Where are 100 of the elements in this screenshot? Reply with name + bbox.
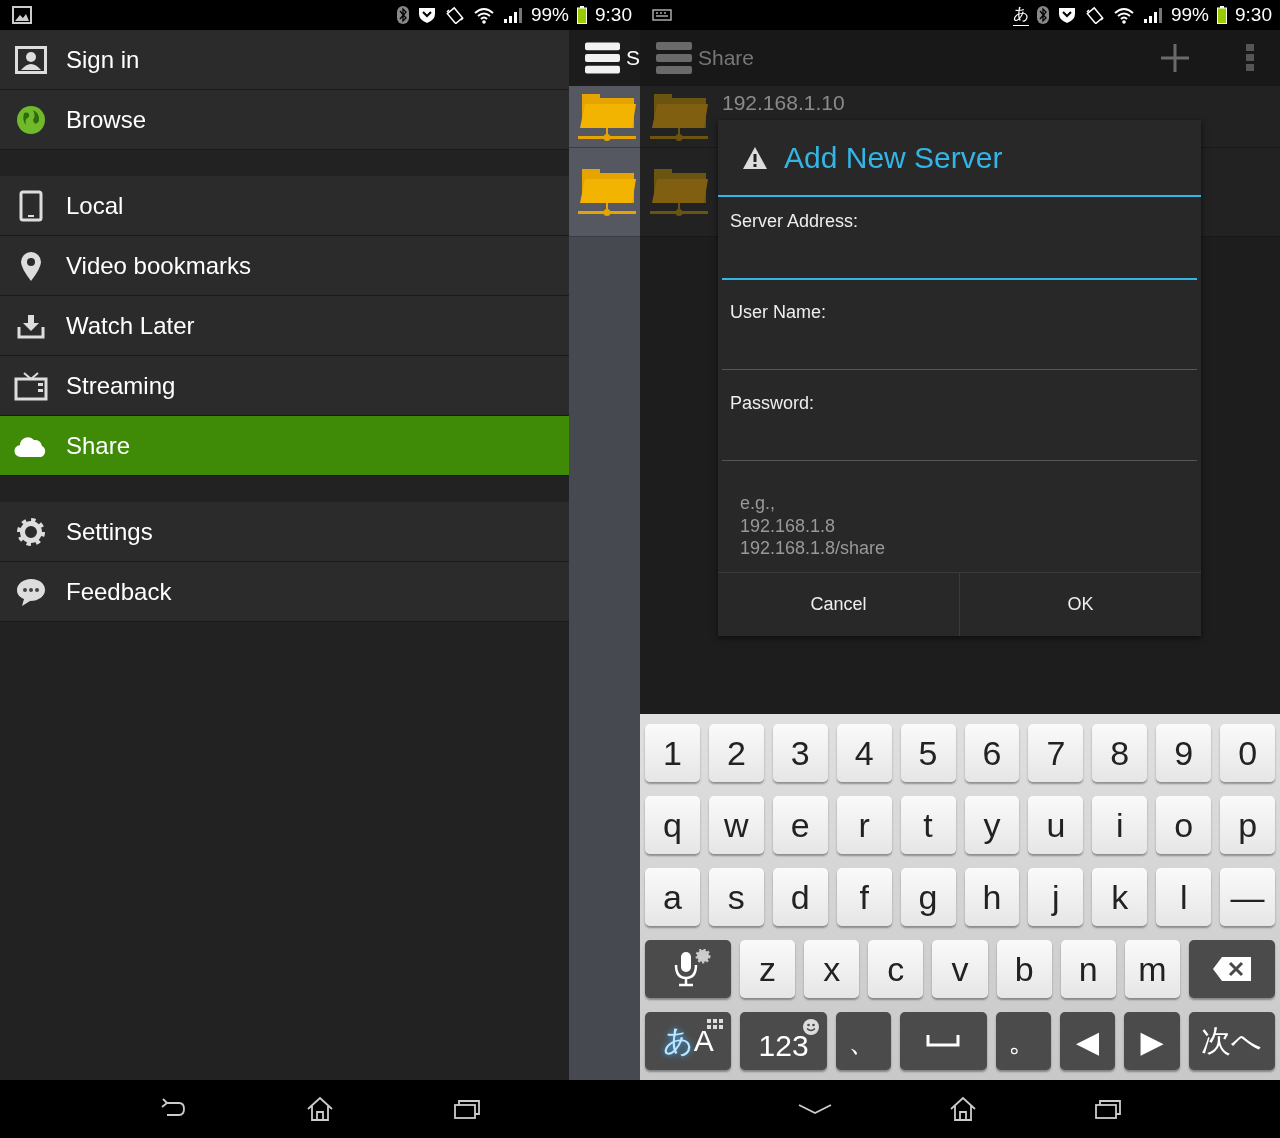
- drawer-item[interactable]: Share: [0, 416, 569, 476]
- hint-text: e.g., 192.168.1.8 192.168.1.8/share: [739, 492, 887, 560]
- keyboard-key[interactable]: 次へ: [1188, 1012, 1275, 1070]
- bluetooth-icon: [397, 6, 409, 24]
- keyboard-key[interactable]: 2: [708, 724, 764, 782]
- location-pin-icon: [19, 249, 43, 282]
- network-folder-icon: [648, 91, 710, 142]
- shield-icon: [417, 6, 437, 24]
- keyboard-key[interactable]: s: [708, 868, 764, 926]
- backspace-icon: [1212, 956, 1252, 982]
- space-icon: [926, 1035, 961, 1047]
- keyboard-key[interactable]: d: [772, 868, 828, 926]
- wifi-icon: [1113, 6, 1135, 24]
- keyboard-key[interactable]: g: [900, 868, 956, 926]
- keyboard-key[interactable]: a: [645, 868, 700, 926]
- keyboard-key[interactable]: 123: [740, 1012, 827, 1070]
- battery-percent: 99%: [1171, 4, 1209, 26]
- keyboard-key[interactable]: ◀: [1059, 1012, 1116, 1070]
- keyboard-key[interactable]: b: [996, 940, 1052, 998]
- dialog-button[interactable]: Cancel: [718, 572, 959, 636]
- app-title: S: [626, 46, 640, 70]
- hide-keyboard-icon[interactable]: [798, 1103, 833, 1115]
- keyboard-key[interactable]: [900, 1012, 987, 1070]
- keyboard-key[interactable]: z: [740, 940, 796, 998]
- keyboard-key[interactable]: f: [836, 868, 892, 926]
- recent-apps-icon[interactable]: [1093, 1098, 1122, 1120]
- shield-icon: [1057, 6, 1077, 24]
- keyboard-key[interactable]: 0: [1220, 724, 1276, 782]
- keyboard-key[interactable]: x: [804, 940, 860, 998]
- smiley-icon: [802, 1019, 819, 1035]
- recent-apps-icon[interactable]: [452, 1098, 481, 1120]
- keyboard-key[interactable]: [1189, 940, 1275, 998]
- drawer-item[interactable]: Watch Later: [0, 296, 569, 356]
- clock-time: 9:30: [1235, 4, 1272, 26]
- keyboard-key[interactable]: 8: [1092, 724, 1148, 782]
- keyboard-key[interactable]: q: [645, 796, 700, 854]
- keyboard-key[interactable]: u: [1028, 796, 1084, 854]
- globe-icon: [16, 104, 46, 135]
- keyboard-key[interactable]: v: [932, 940, 988, 998]
- vibrate-icon: [1085, 6, 1105, 24]
- keyboard-icon: [652, 9, 672, 21]
- battery-icon: [1217, 6, 1227, 24]
- drawer-item[interactable]: Streaming: [0, 356, 569, 416]
- chat-bubble-icon: [15, 576, 47, 607]
- keyboard-key[interactable]: h: [964, 868, 1020, 926]
- keyboard-key[interactable]: e: [772, 796, 828, 854]
- keyboard-key[interactable]: n: [1060, 940, 1116, 998]
- keyboard-key[interactable]: m: [1124, 940, 1180, 998]
- tablet-icon: [19, 189, 43, 222]
- app-title: Share: [698, 46, 755, 70]
- keyboard-key[interactable]: あA: [645, 1012, 732, 1070]
- keyboard-key[interactable]: j: [1028, 868, 1084, 926]
- input-method-indicator: あ: [1013, 4, 1029, 26]
- battery-percent: 99%: [531, 4, 569, 26]
- keyboard-key[interactable]: y: [964, 796, 1020, 854]
- settings-icon: [16, 516, 46, 547]
- keyboard-key[interactable]: i: [1092, 796, 1148, 854]
- network-folder-icon: [648, 167, 710, 217]
- keyboard-key[interactable]: [645, 940, 731, 998]
- keyboard-key[interactable]: l: [1156, 868, 1212, 926]
- keyboard-key[interactable]: —: [1220, 868, 1276, 926]
- keyboard-key[interactable]: p: [1220, 796, 1276, 854]
- keyboard-key[interactable]: 5: [900, 724, 956, 782]
- field-label: Server Address:: [729, 211, 860, 232]
- network-folder-icon: [576, 167, 638, 217]
- person-icon: [15, 45, 47, 74]
- drawer-item[interactable]: Feedback: [0, 562, 569, 622]
- drawer-item[interactable]: Video bookmarks: [0, 236, 569, 296]
- keyboard-key[interactable]: 9: [1156, 724, 1212, 782]
- keyboard-key[interactable]: 1: [645, 724, 700, 782]
- keyboard-key[interactable]: k: [1092, 868, 1148, 926]
- keyboard-key[interactable]: 6: [964, 724, 1020, 782]
- keyboard-key[interactable]: ▶: [1124, 1012, 1180, 1070]
- overflow-menu-icon[interactable]: [1246, 44, 1254, 72]
- network-folder-icon: [576, 91, 638, 142]
- home-icon[interactable]: [949, 1096, 977, 1122]
- keyboard-key[interactable]: r: [836, 796, 892, 854]
- drawer-item[interactable]: Local: [0, 176, 569, 236]
- server-address: 192.168.1.10: [722, 91, 845, 115]
- drawer-item[interactable]: Sign in: [0, 30, 569, 90]
- drawer-item[interactable]: Settings: [0, 502, 569, 562]
- keyboard-key[interactable]: o: [1156, 796, 1212, 854]
- menu-icon[interactable]: [585, 40, 620, 76]
- signal-icon: [503, 6, 523, 24]
- drawer-item[interactable]: Browse: [0, 90, 569, 150]
- keyboard-key[interactable]: 。: [995, 1012, 1051, 1070]
- keyboard-key[interactable]: w: [708, 796, 764, 854]
- download-icon: [17, 312, 45, 339]
- keyboard-key[interactable]: 7: [1028, 724, 1084, 782]
- home-icon[interactable]: [306, 1096, 334, 1122]
- keyboard-key[interactable]: t: [900, 796, 956, 854]
- signal-icon: [1143, 6, 1163, 24]
- keyboard-key[interactable]: 、: [835, 1012, 892, 1070]
- grid-icon: [707, 1019, 724, 1029]
- add-icon[interactable]: [1160, 43, 1190, 73]
- keyboard-key[interactable]: 3: [772, 724, 828, 782]
- dialog-button[interactable]: OK: [959, 572, 1201, 636]
- keyboard-key[interactable]: 4: [836, 724, 892, 782]
- keyboard-key[interactable]: c: [868, 940, 924, 998]
- dialog-title: Add New Server: [784, 140, 1003, 175]
